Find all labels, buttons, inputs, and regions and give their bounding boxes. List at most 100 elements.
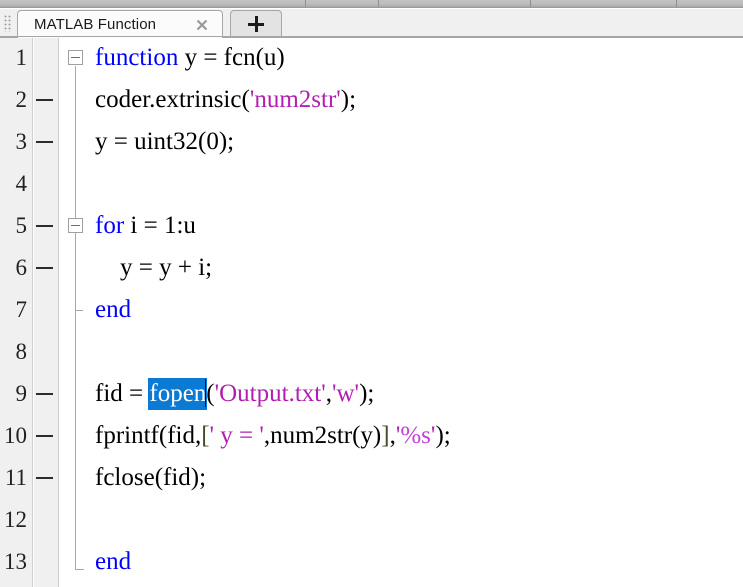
executable-line-dash-icon[interactable] (36, 99, 53, 101)
code-token: ); (340, 86, 357, 113)
fold-toggle-function[interactable] (68, 50, 83, 65)
code-token: fid = (95, 380, 150, 407)
code-text-area[interactable]: function y = fcn(u) coder.extrinsic('num2… (95, 38, 743, 587)
drag-grip-icon[interactable] (4, 15, 11, 32)
tab-label: MATLAB Function (34, 16, 157, 33)
code-line-text: for i = 1:u (95, 205, 196, 247)
breakpoint-row[interactable] (34, 121, 58, 163)
code-line-text: y = y + i; (95, 247, 212, 289)
line-number-row: 4 (0, 163, 32, 205)
fold-end-tick-for-loop (75, 310, 83, 311)
code-folding-margin[interactable] (60, 38, 95, 587)
code-line[interactable] (95, 331, 743, 373)
code-line[interactable] (95, 163, 743, 205)
code-line[interactable]: fclose(fid); (95, 457, 743, 499)
line-number: 11 (4, 465, 27, 490)
code-line-text: fprintf(fid,[' y = ',num2str(y)],'%s'); (95, 415, 451, 457)
breakpoint-row[interactable] (34, 79, 58, 121)
line-number: 9 (15, 381, 28, 406)
executable-line-dash-icon[interactable] (36, 141, 53, 143)
line-number-row: 5 (0, 205, 32, 247)
code-line[interactable]: coder.extrinsic('num2str'); (95, 79, 743, 121)
format-spec-token: %s (400, 422, 431, 449)
matlab-function-editor-window: STATE CHART PATH MATLAB Function 1234567… (0, 0, 743, 587)
code-token: fclose(fid); (95, 464, 207, 491)
executable-line-dash-icon[interactable] (36, 435, 53, 437)
executable-line-gutter[interactable] (34, 38, 59, 587)
line-number: 8 (15, 339, 28, 364)
bracket-token: [ (201, 422, 210, 449)
line-number: 7 (15, 297, 28, 322)
breakpoint-row[interactable] (34, 163, 58, 205)
line-number-row: 3 (0, 121, 32, 163)
new-tab-button[interactable] (230, 10, 282, 38)
breakpoint-row[interactable] (34, 289, 58, 331)
selected-token: fopen (148, 378, 208, 410)
breakpoint-row[interactable] (34, 415, 58, 457)
breakpoint-row[interactable] (34, 541, 58, 583)
line-number: 1 (15, 45, 28, 70)
breakpoint-row[interactable] (34, 331, 58, 373)
toolbar-clipped-label-2: CHART (455, 0, 493, 1)
fold-end-tick-function (75, 569, 84, 570)
string-token: 'Output.txt' (214, 380, 326, 407)
breakpoint-row[interactable] (34, 457, 58, 499)
plus-icon (248, 16, 264, 32)
fold-toggle-for-loop[interactable] (68, 218, 83, 233)
keyword-token: end (95, 548, 132, 575)
keyword-token: function (95, 44, 179, 71)
keyword-token: for (95, 212, 125, 239)
tab-matlab-function[interactable]: MATLAB Function (17, 10, 223, 39)
code-line[interactable]: end (95, 541, 743, 583)
line-number-row: 7 (0, 289, 32, 331)
line-number: 10 (4, 423, 27, 448)
breakpoint-row[interactable] (34, 38, 58, 79)
executable-line-dash-icon[interactable] (36, 477, 53, 479)
code-token: i = 1:u (124, 212, 196, 239)
tabbar-bottom-border (0, 36, 743, 37)
code-line-text: fclose(fid); (95, 457, 206, 499)
code-token: ( (206, 380, 215, 407)
code-line[interactable]: y = y + i; (95, 247, 743, 289)
line-number: 3 (15, 129, 28, 154)
line-number-row: 9 (0, 373, 32, 415)
executable-line-dash-icon[interactable] (36, 225, 53, 227)
code-line[interactable]: for i = 1:u (95, 205, 743, 247)
breakpoint-row[interactable] (34, 373, 58, 415)
code-line[interactable]: end (95, 289, 743, 331)
code-line[interactable]: function y = fcn(u) (95, 38, 743, 79)
string-token: 'w' (331, 380, 360, 407)
line-number-row: 1 (0, 38, 32, 79)
breakpoint-row[interactable] (34, 205, 58, 247)
close-icon[interactable] (194, 17, 210, 33)
code-token: y = fcn(u) (178, 44, 285, 71)
executable-line-dash-icon[interactable] (36, 393, 53, 395)
line-number-row: 11 (0, 457, 32, 499)
bracket-token: ] (381, 422, 390, 449)
code-line[interactable] (95, 499, 743, 541)
line-number: 4 (15, 171, 28, 196)
line-number-gutter: 1 2 3 4 5 6 7 8 9 10 11 12 13 (0, 38, 33, 587)
line-number-row: 8 (0, 331, 32, 373)
code-token: ,num2str(y) (263, 422, 382, 449)
code-line-text: fid = fopen('Output.txt','w'); (95, 373, 374, 415)
keyword-token: end (95, 296, 132, 323)
code-editor[interactable]: 1 2 3 4 5 6 7 8 9 10 11 12 13 function y = fcn(u) cod… (0, 38, 743, 587)
code-line[interactable]: fprintf(fid,[' y = ',num2str(y)],'%s'); (95, 415, 743, 457)
line-number: 5 (15, 213, 28, 238)
code-token: ); (359, 380, 375, 407)
code-token: ); (435, 422, 451, 449)
breakpoint-row[interactable] (34, 247, 58, 289)
code-line[interactable]: fid = fopen('Output.txt','w'); (95, 373, 743, 415)
code-line-text: end (95, 289, 131, 331)
executable-line-dash-icon[interactable] (36, 267, 53, 269)
line-number: 13 (4, 549, 27, 574)
string-token: ' y = ' (209, 422, 264, 449)
code-line-text: coder.extrinsic('num2str'); (95, 79, 356, 121)
line-number: 2 (15, 87, 28, 112)
toolbar-clipped-label-3: PATH (612, 0, 640, 1)
breakpoint-row[interactable] (34, 499, 58, 541)
code-line[interactable]: y = uint32(0); (95, 121, 743, 163)
code-token: y = y + i; (95, 254, 213, 281)
code-token: y = uint32(0); (95, 128, 235, 155)
